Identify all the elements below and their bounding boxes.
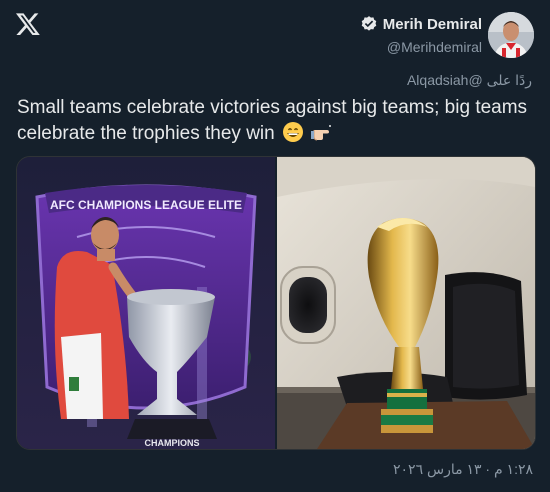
media-base-label: CHAMPIONS [144,438,199,448]
author-text: Merih Demiral @Merihdemiral [360,15,482,55]
reply-prefix: ردًا على [486,72,532,88]
pointing-hand-emoji [311,125,332,141]
author-name-row: Merih Demiral [360,15,482,33]
reply-handle[interactable]: @Alqadsiah [407,72,483,88]
verified-badge-icon [361,16,377,31]
tweet-body: Small teams celebrate victories against … [17,97,528,144]
author-name[interactable]: Merih Demiral [383,16,482,33]
author-handle[interactable]: @Merihdemiral [360,39,482,55]
media-image-left[interactable]: AFC CHAMPIONS LEAGUE ELITE CHAMPIONS [17,157,275,449]
tweet-author[interactable]: Merih Demiral @Merihdemiral [360,12,534,58]
x-logo-icon[interactable] [15,11,41,37]
tweet-text: Small teams celebrate victories against … [17,95,537,147]
tweet-timestamp[interactable]: ١:٢٨ م · ١٣ مارس ٢٠٢٦ [393,461,533,478]
media-image-right[interactable] [277,157,535,449]
avatar[interactable] [488,12,534,58]
reply-to-line: ردًا على @Alqadsiah [407,72,532,89]
grinning-face-emoji [283,122,303,142]
tweet-media[interactable]: AFC CHAMPIONS LEAGUE ELITE CHAMPIONS [16,156,536,450]
media-banner-text: AFC CHAMPIONS LEAGUE ELITE [50,198,242,212]
